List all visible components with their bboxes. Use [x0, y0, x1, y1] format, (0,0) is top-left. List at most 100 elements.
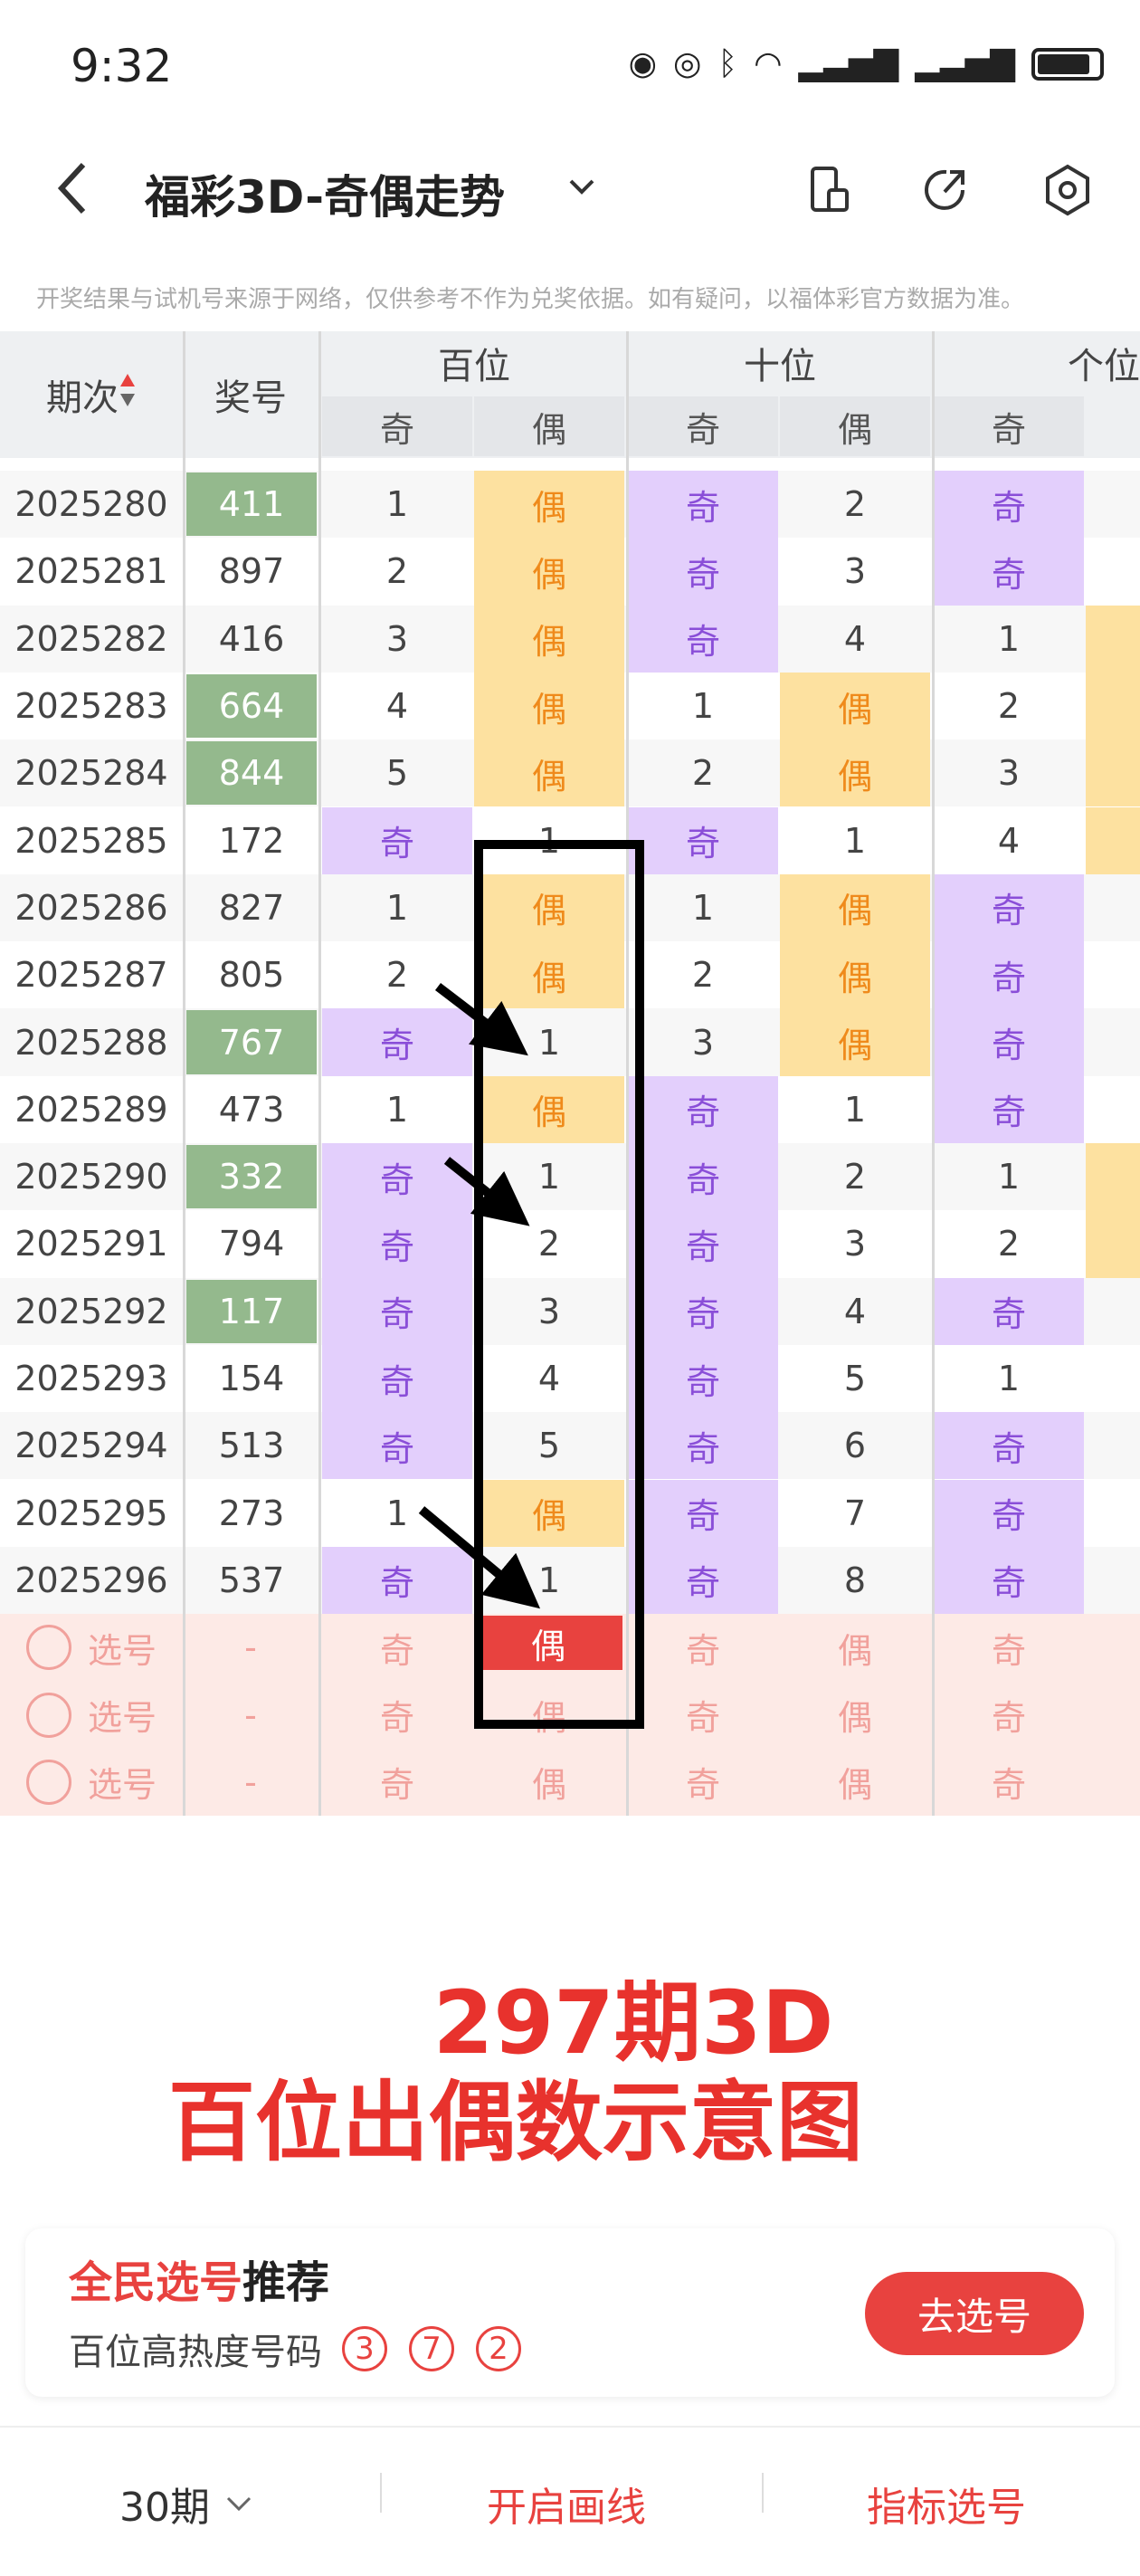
trend-cell-partial: [1086, 672, 1140, 740]
trend-cell: 奇: [934, 1546, 1084, 1615]
pick-cell[interactable]: 奇: [934, 1681, 1084, 1748]
pick-label[interactable]: 选号: [0, 1614, 183, 1681]
draw-line-button[interactable]: 开启画线: [487, 2475, 646, 2533]
trend-cell-partial: [1086, 941, 1140, 1008]
trend-cell: 奇: [628, 1210, 778, 1278]
trend-cell: 4: [843, 618, 867, 659]
pick-label[interactable]: 选号: [0, 1749, 183, 1816]
hot-number-ball[interactable]: 2: [476, 2326, 521, 2371]
pick-cell[interactable]: 奇: [628, 1614, 778, 1681]
recommend-card: 全民选号推荐 百位高热度号码 372 去选号: [25, 2228, 1115, 2397]
bluetooth-icon: ᛒ: [717, 45, 738, 82]
period-cell: 2025288: [14, 1022, 168, 1063]
phone-icon[interactable]: [802, 163, 856, 217]
trend-cell: 奇: [322, 1008, 472, 1076]
trend-cell: 1: [537, 1157, 561, 1197]
eye-icon: ◎: [673, 45, 702, 82]
trend-cell: 奇: [934, 471, 1084, 539]
share-icon[interactable]: [919, 163, 974, 217]
trend-cell-partial: [1086, 1076, 1140, 1143]
trend-cell: 奇: [628, 1344, 778, 1413]
pick-cell[interactable]: 偶: [780, 1681, 930, 1748]
trend-cell: 偶: [780, 1008, 930, 1076]
period-cell: 2025285: [14, 820, 168, 861]
trend-cell: 偶: [474, 672, 624, 740]
trend-cell: 2: [537, 1224, 561, 1264]
pick-cell[interactable]: 奇: [322, 1681, 472, 1748]
trend-cell: 4: [385, 686, 409, 727]
settings-icon[interactable]: [1040, 163, 1095, 217]
trend-cell: 偶: [780, 873, 930, 942]
trend-cell: 2: [843, 484, 867, 525]
period-cell: 2025292: [14, 1291, 168, 1331]
pick-circle-icon: [25, 1692, 71, 1738]
back-icon[interactable]: [54, 161, 90, 215]
number-cell: 897: [218, 551, 285, 592]
trend-cell: 奇: [628, 538, 778, 606]
pick-cell[interactable]: 偶: [474, 1749, 624, 1816]
hot-number-ball[interactable]: 7: [409, 2326, 454, 2371]
trend-cell: 偶: [474, 941, 624, 1009]
chevron-down-icon[interactable]: [565, 170, 598, 203]
recommend-title-red: 全民选号: [69, 2257, 243, 2308]
trend-cell: 偶: [474, 739, 624, 807]
number-cell: 416: [218, 618, 285, 659]
pick-cell[interactable]: 偶: [780, 1749, 930, 1816]
go-pick-button[interactable]: 去选号: [865, 2272, 1084, 2355]
trend-cell-partial: [1086, 1547, 1140, 1614]
number-cell: 537: [218, 1560, 285, 1600]
indicator-pick-button[interactable]: 指标选号: [867, 2475, 1026, 2533]
trend-cell: 奇: [322, 1143, 472, 1211]
hot-number-ball[interactable]: 3: [342, 2326, 387, 2371]
number-cell: 794: [218, 1224, 285, 1264]
group-header-tens: 十位: [628, 331, 932, 395]
column-period[interactable]: 期次: [0, 331, 183, 458]
subheader-odd: 奇: [322, 396, 472, 456]
trend-cell-partial: [1086, 605, 1140, 673]
pick-cell[interactable]: 偶: [474, 1616, 622, 1671]
trend-cell: 1: [843, 1089, 867, 1130]
chevron-down-icon: [226, 2496, 252, 2512]
trend-cell: 2: [997, 686, 1021, 727]
hot-numbers: 372: [342, 2326, 521, 2371]
overlay-line-2: 百位出偶数示意图: [168, 2072, 863, 2173]
trend-cell-partial: [1086, 538, 1140, 605]
battery-icon: [1031, 47, 1104, 81]
trend-cell: 2: [691, 955, 715, 996]
trend-cell: 偶: [474, 605, 624, 673]
number-cell: 805: [218, 955, 285, 996]
pick-cell[interactable]: 偶: [780, 1614, 930, 1681]
grid-line: [183, 331, 185, 1816]
pick-cell[interactable]: 奇: [628, 1681, 778, 1748]
trend-cell: 奇: [322, 1344, 472, 1413]
period-selector[interactable]: 30期: [119, 2475, 255, 2533]
number-cell: 844: [186, 741, 317, 806]
trend-cell: 1: [997, 1157, 1021, 1197]
trend-cell-partial: [1086, 471, 1140, 538]
signal-2-icon: ▂▃▅▇: [915, 45, 1015, 82]
status-icons: ◉ ◎ ᛒ ◠ ▂▃▅▇ ▂▃▅▇: [629, 45, 1104, 82]
page-title[interactable]: 福彩3D-奇偶走势: [145, 161, 505, 226]
trend-cell-partial: [1086, 1278, 1140, 1345]
number-cell: 172: [218, 820, 285, 861]
pick-cell[interactable]: 偶: [474, 1681, 624, 1748]
number-cell: 827: [218, 887, 285, 928]
subheader-odd: 奇: [934, 396, 1084, 456]
pick-cell[interactable]: 奇: [934, 1749, 1084, 1816]
pick-cell[interactable]: 奇: [322, 1749, 472, 1816]
period-cell: 2025293: [14, 1359, 168, 1399]
trend-cell: 奇: [628, 1075, 778, 1143]
pick-label[interactable]: 选号: [0, 1681, 183, 1748]
trend-cell: 奇: [322, 1277, 472, 1345]
number-cell: 332: [186, 1145, 317, 1209]
trend-cell: 1: [385, 887, 409, 928]
pick-cell[interactable]: 奇: [628, 1749, 778, 1816]
pick-cell[interactable]: 奇: [322, 1614, 472, 1681]
pick-cell[interactable]: 奇: [934, 1614, 1084, 1681]
number-cell: 473: [218, 1089, 285, 1130]
recommend-title: 全民选号推荐: [69, 2247, 329, 2310]
trend-cell-partial: [1086, 806, 1140, 874]
subheader-odd: 奇: [628, 396, 778, 456]
grid-line: [626, 331, 629, 1816]
group-header-hundreds: 百位: [322, 331, 626, 395]
